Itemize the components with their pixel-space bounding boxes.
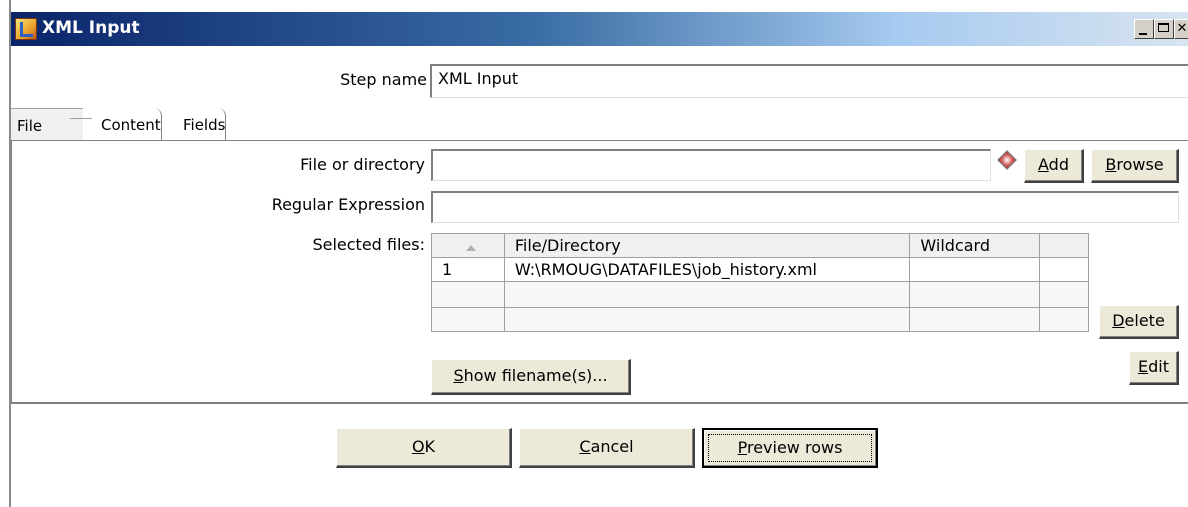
file-cell[interactable] — [503, 307, 911, 332]
maximize-button[interactable] — [1154, 19, 1174, 39]
preview-rows-label: review rows — [746, 438, 843, 457]
row-number-header[interactable] — [431, 233, 505, 258]
tab-content[interactable]: Content — [95, 108, 162, 140]
regex-input[interactable] — [431, 191, 1179, 223]
edit-button-accel: E — [1138, 357, 1149, 376]
wildcard-cell[interactable] — [909, 281, 1041, 308]
tab-file-label: File — [17, 117, 43, 135]
window-title: XML Input — [42, 18, 140, 38]
file-directory-header[interactable]: File/Directory — [503, 233, 911, 258]
show-filenames-accel: S — [453, 366, 464, 385]
browse-button-label: rowse — [1116, 155, 1164, 174]
selected-files-table[interactable]: File/Directory Wildcard 1 W:\RMOUG\DATAF… — [431, 233, 1089, 332]
sort-arrow-icon — [466, 245, 476, 251]
add-button-label: dd — [1048, 155, 1069, 174]
browse-button[interactable]: Browse — [1091, 149, 1179, 183]
extra-cell — [1039, 281, 1089, 308]
ok-button[interactable]: OK — [336, 428, 512, 468]
row-number — [431, 281, 505, 308]
edit-button-label: dit — [1148, 357, 1169, 376]
tab-content-label: Content — [101, 116, 161, 134]
tab-file[interactable]: File — [11, 108, 83, 140]
xml-input-dialog: XML Input ✕ Step name XML Input File Con… — [9, 0, 1188, 507]
file-or-directory-input[interactable] — [431, 149, 991, 181]
show-filenames-button[interactable]: Show filename(s)... — [431, 359, 631, 395]
variable-indicator-icon — [997, 150, 1017, 170]
preview-rows-accel: P — [737, 438, 747, 457]
tab-fields-label: Fields — [183, 116, 226, 134]
table-row[interactable] — [431, 307, 1089, 332]
step-name-label: Step name — [340, 70, 427, 89]
wildcard-header[interactable]: Wildcard — [909, 233, 1041, 258]
tab-bar: File Content Fields — [11, 108, 1188, 141]
wildcard-cell[interactable] — [909, 257, 1041, 282]
extra-cell — [1039, 307, 1089, 332]
kettle-app-icon — [15, 18, 37, 40]
file-cell[interactable] — [503, 281, 911, 308]
add-button-accel: A — [1038, 155, 1049, 174]
edit-button[interactable]: Edit — [1129, 351, 1179, 385]
ok-button-accel: O — [411, 437, 425, 456]
delete-button[interactable]: Delete — [1099, 305, 1179, 339]
delete-button-accel: D — [1112, 311, 1125, 330]
cancel-button-accel: C — [579, 437, 591, 456]
row-number: 1 — [431, 257, 505, 282]
delete-button-label: elete — [1124, 311, 1165, 330]
title-bar[interactable]: XML Input ✕ — [11, 12, 1188, 46]
table-row[interactable]: 1 W:\RMOUG\DATAFILES\job_history.xml — [431, 257, 1089, 282]
ok-button-label: K — [424, 437, 436, 456]
file-cell[interactable]: W:\RMOUG\DATAFILES\job_history.xml — [503, 257, 911, 282]
extra-column-header — [1039, 233, 1089, 258]
step-name-value: XML Input — [438, 69, 519, 88]
regex-label: Regular Expression — [271, 195, 425, 214]
step-name-input[interactable]: XML Input — [430, 64, 1188, 98]
add-button[interactable]: Add — [1024, 149, 1084, 183]
tab-fields[interactable]: Fields — [179, 108, 227, 140]
browse-button-accel: B — [1105, 155, 1117, 174]
close-button[interactable]: ✕ — [1174, 19, 1188, 39]
cancel-button[interactable]: Cancel — [519, 428, 695, 468]
table-row[interactable] — [431, 281, 1089, 308]
show-filenames-label: how filename(s)... — [463, 366, 608, 385]
cancel-button-label: ancel — [590, 437, 634, 456]
file-tab-panel: File or directory Add Browse Regular Exp… — [11, 140, 1188, 404]
row-number — [431, 307, 505, 332]
extra-cell — [1039, 257, 1089, 282]
selected-files-label: Selected files: — [312, 235, 425, 254]
preview-rows-button[interactable]: Preview rows — [702, 428, 878, 468]
minimize-button[interactable] — [1134, 19, 1154, 39]
table-header-row: File/Directory Wildcard — [431, 233, 1089, 258]
wildcard-cell[interactable] — [909, 307, 1041, 332]
file-or-directory-label: File or directory — [300, 155, 425, 174]
